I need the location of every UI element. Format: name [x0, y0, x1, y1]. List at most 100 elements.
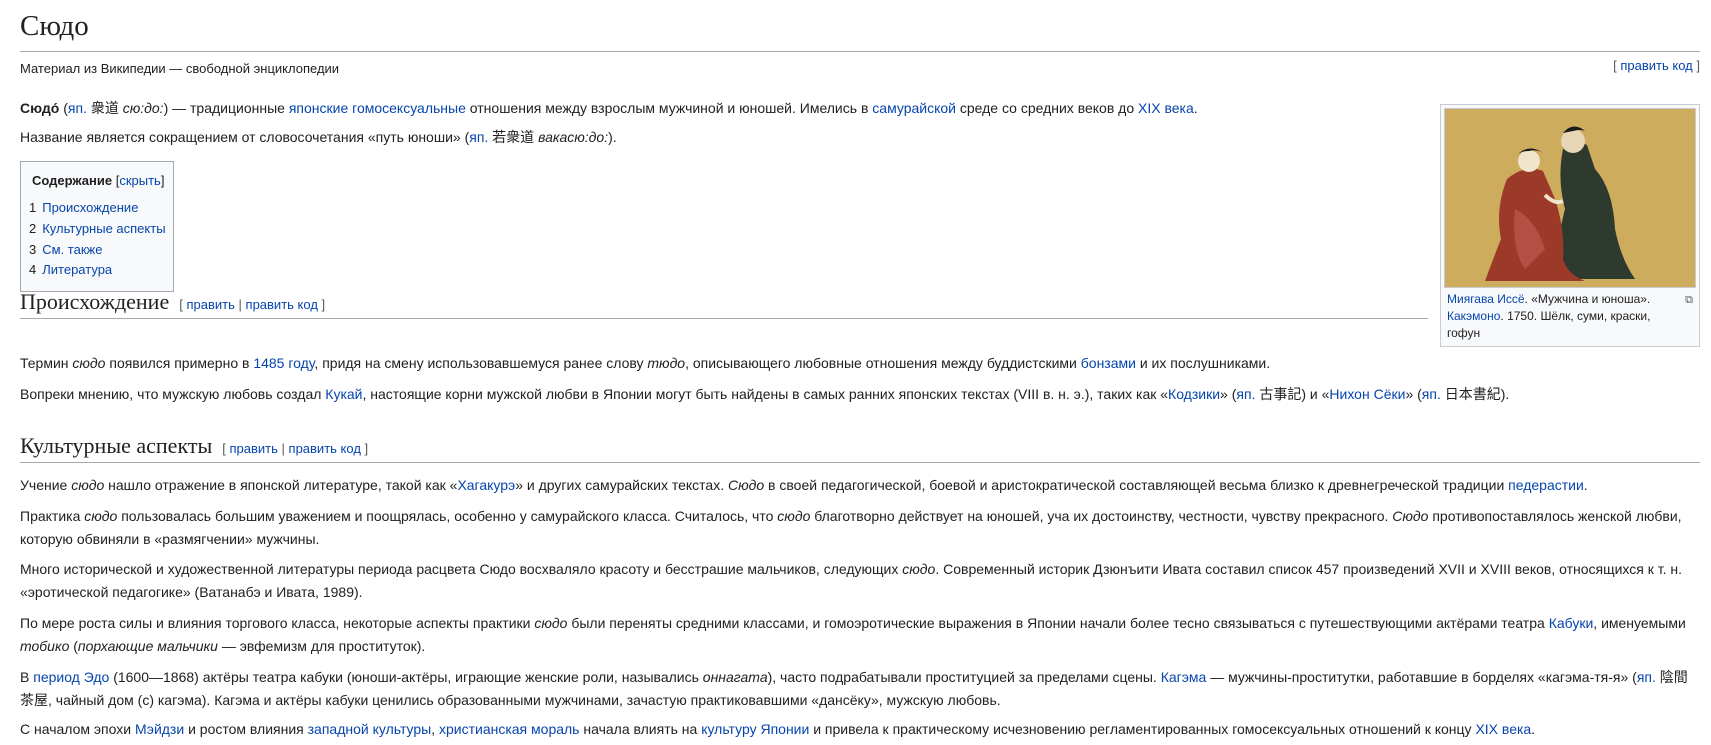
- link-kabuki[interactable]: Кабуки: [1549, 615, 1594, 631]
- section-edit-links: [ править | править код ]: [179, 297, 325, 312]
- toc-link-origin[interactable]: Происхождение: [42, 200, 138, 215]
- link-19th-century[interactable]: XIX века: [1138, 100, 1194, 116]
- toc-link-culture[interactable]: Культурные аспекты: [42, 221, 165, 236]
- link-1485[interactable]: 1485 году: [253, 355, 314, 371]
- link-kukai[interactable]: Кукай: [325, 386, 362, 402]
- link-pederasty[interactable]: педерастии: [1508, 477, 1584, 493]
- text: , придя на смену использовавшемуся ранее…: [314, 355, 648, 371]
- edit-code-link[interactable]: править код: [289, 441, 361, 456]
- toc-item[interactable]: 3 См. также: [29, 241, 102, 259]
- link-homosexual[interactable]: гомосексуальные: [352, 100, 466, 116]
- separator: |: [281, 441, 285, 456]
- link-samurai[interactable]: самурайской: [872, 100, 956, 116]
- link-bonzes[interactable]: бонзами: [1081, 355, 1136, 371]
- table-of-contents: Содержание [скрыть] 1 Происхождение 2 Куль…: [20, 161, 174, 292]
- link-kojiki[interactable]: Кодзики: [1168, 386, 1220, 402]
- edit-code-link[interactable]: править код: [246, 297, 318, 312]
- culture-paragraph-6: С началом эпохи Мэйдзи и ростом влияния …: [20, 718, 1535, 741]
- text: Термин: [20, 355, 73, 371]
- edit-link[interactable]: править: [186, 297, 234, 312]
- toc-hide-link[interactable]: скрыть: [119, 173, 161, 188]
- link-japanese[interactable]: яп.: [1422, 386, 1441, 402]
- toc-link-literature[interactable]: Литература: [42, 262, 112, 277]
- text: (: [59, 100, 68, 116]
- painting-illustration: [1445, 109, 1695, 287]
- text: ).: [608, 129, 617, 145]
- link-kagema[interactable]: Кагэма: [1161, 669, 1207, 685]
- section-heading-origin: Происхождение [ править | править код ]: [20, 288, 325, 319]
- toc-link-see-also[interactable]: См. также: [42, 242, 102, 257]
- text: » (: [1405, 386, 1422, 402]
- link-meiji[interactable]: Мэйдзи: [135, 721, 184, 737]
- link-japanese[interactable]: яп.: [1637, 669, 1656, 685]
- text: , именуемыми: [1593, 615, 1686, 631]
- kanji-text: 古事記: [1255, 386, 1302, 402]
- link-edo-period[interactable]: период Эдо: [33, 669, 109, 685]
- text: и ростом влияния: [184, 721, 308, 737]
- bracket: [: [179, 297, 183, 312]
- bracket: ]: [160, 173, 165, 188]
- italic-term: тюдо: [647, 355, 686, 371]
- caption-artist-link[interactable]: Миягава Иссё: [1447, 292, 1525, 306]
- tagline: Материал из Википедии — свободной энцикл…: [20, 61, 340, 76]
- culture-paragraph-2: Практика сюдо пользовалась большим уваже…: [20, 505, 1700, 551]
- link-japanese[interactable]: яп.: [469, 129, 488, 145]
- painting-image[interactable]: [1444, 108, 1696, 288]
- link-japanese[interactable]: яп.: [1236, 386, 1255, 402]
- section-divider: [20, 462, 1700, 463]
- section-divider: [20, 318, 1428, 319]
- text: пользовалась большим уважением и поощрял…: [117, 508, 778, 524]
- text: отношения между взрослым мужчиной и юнош…: [465, 100, 873, 116]
- link-western-culture[interactable]: западной культуры: [308, 721, 432, 737]
- edit-code-link-top[interactable]: править код: [1620, 58, 1692, 73]
- bracket: [: [222, 441, 226, 456]
- edit-link[interactable]: править: [229, 441, 277, 456]
- intro-paragraph-2: Название является сокращением от словосо…: [20, 126, 617, 149]
- reading-italic: сю:до:: [122, 100, 164, 116]
- text: — мужчины-проститутки, работавшие в борд…: [1206, 669, 1637, 685]
- caption-kakemono-link[interactable]: Какэмоно: [1447, 309, 1500, 323]
- link-japanese[interactable]: яп.: [68, 100, 87, 116]
- text: нашло отражение в японской литературе, т…: [104, 477, 458, 493]
- title-divider: [20, 51, 1700, 52]
- italic-term: сюдо: [534, 615, 568, 631]
- text: » (: [1220, 386, 1237, 402]
- text: (: [69, 638, 78, 654]
- article-page: Сюдо Материал из Википедии — свободной э…: [0, 0, 1711, 745]
- link-christian-morality[interactable]: христианская мораль: [439, 721, 580, 737]
- text: ) и «: [1301, 386, 1330, 402]
- italic-term: порхающие мальчики: [77, 638, 218, 654]
- bracket: ]: [1696, 58, 1700, 73]
- text: По мере роста силы и влияния торгового к…: [20, 615, 535, 631]
- text: С началом эпохи: [20, 721, 135, 737]
- culture-paragraph-5: В период Эдо (1600—1868) актёры театра к…: [20, 666, 1700, 712]
- italic-term: Сюдо: [1392, 508, 1429, 524]
- toc-item[interactable]: 1 Происхождение: [29, 199, 138, 217]
- heading-text: Происхождение: [20, 289, 170, 314]
- text: ) — традиционные: [163, 100, 289, 116]
- enlarge-icon[interactable]: ⧉: [1685, 294, 1693, 307]
- link-japanese-adj[interactable]: японские: [289, 100, 348, 116]
- toc-item[interactable]: 2 Культурные аспекты: [29, 220, 166, 238]
- term-bold: Сюдо́: [20, 100, 60, 116]
- text: и привела к практическому исчезновению р…: [809, 721, 1476, 737]
- section-heading-culture: Культурные аспекты [ править | править ко…: [20, 432, 368, 463]
- link-hagakure[interactable]: Хагакурэ: [457, 477, 515, 493]
- text: (1600—1868) актёры театра кабуки (юноши-…: [109, 669, 703, 685]
- link-19th-century[interactable]: XIX века: [1475, 721, 1531, 737]
- text: .: [1193, 100, 1198, 116]
- intro-paragraph-1: Сюдо́ (яп. 衆道 сю:до:) — традиционные япо…: [20, 97, 1198, 120]
- toc-number: 1: [29, 200, 37, 215]
- link-nihon-shoki[interactable]: Нихон Сёки: [1329, 386, 1405, 402]
- text: были переняты средними классами, и гомоэ…: [567, 615, 1549, 631]
- origin-paragraph-2: Вопреки мнению, что мужскую любовь созда…: [20, 383, 1509, 406]
- toc-number: 2: [29, 221, 37, 236]
- text: Практика: [20, 508, 85, 524]
- page-title: Сюдо: [20, 10, 89, 42]
- text: Название является сокращением от словосо…: [20, 129, 470, 145]
- italic-term: тобико: [20, 638, 70, 654]
- text: начала влиять на: [579, 721, 702, 737]
- italic-term: Сюдо: [728, 477, 765, 493]
- link-culture-of-japan[interactable]: культуру Японии: [701, 721, 809, 737]
- toc-item[interactable]: 4 Литература: [29, 261, 112, 279]
